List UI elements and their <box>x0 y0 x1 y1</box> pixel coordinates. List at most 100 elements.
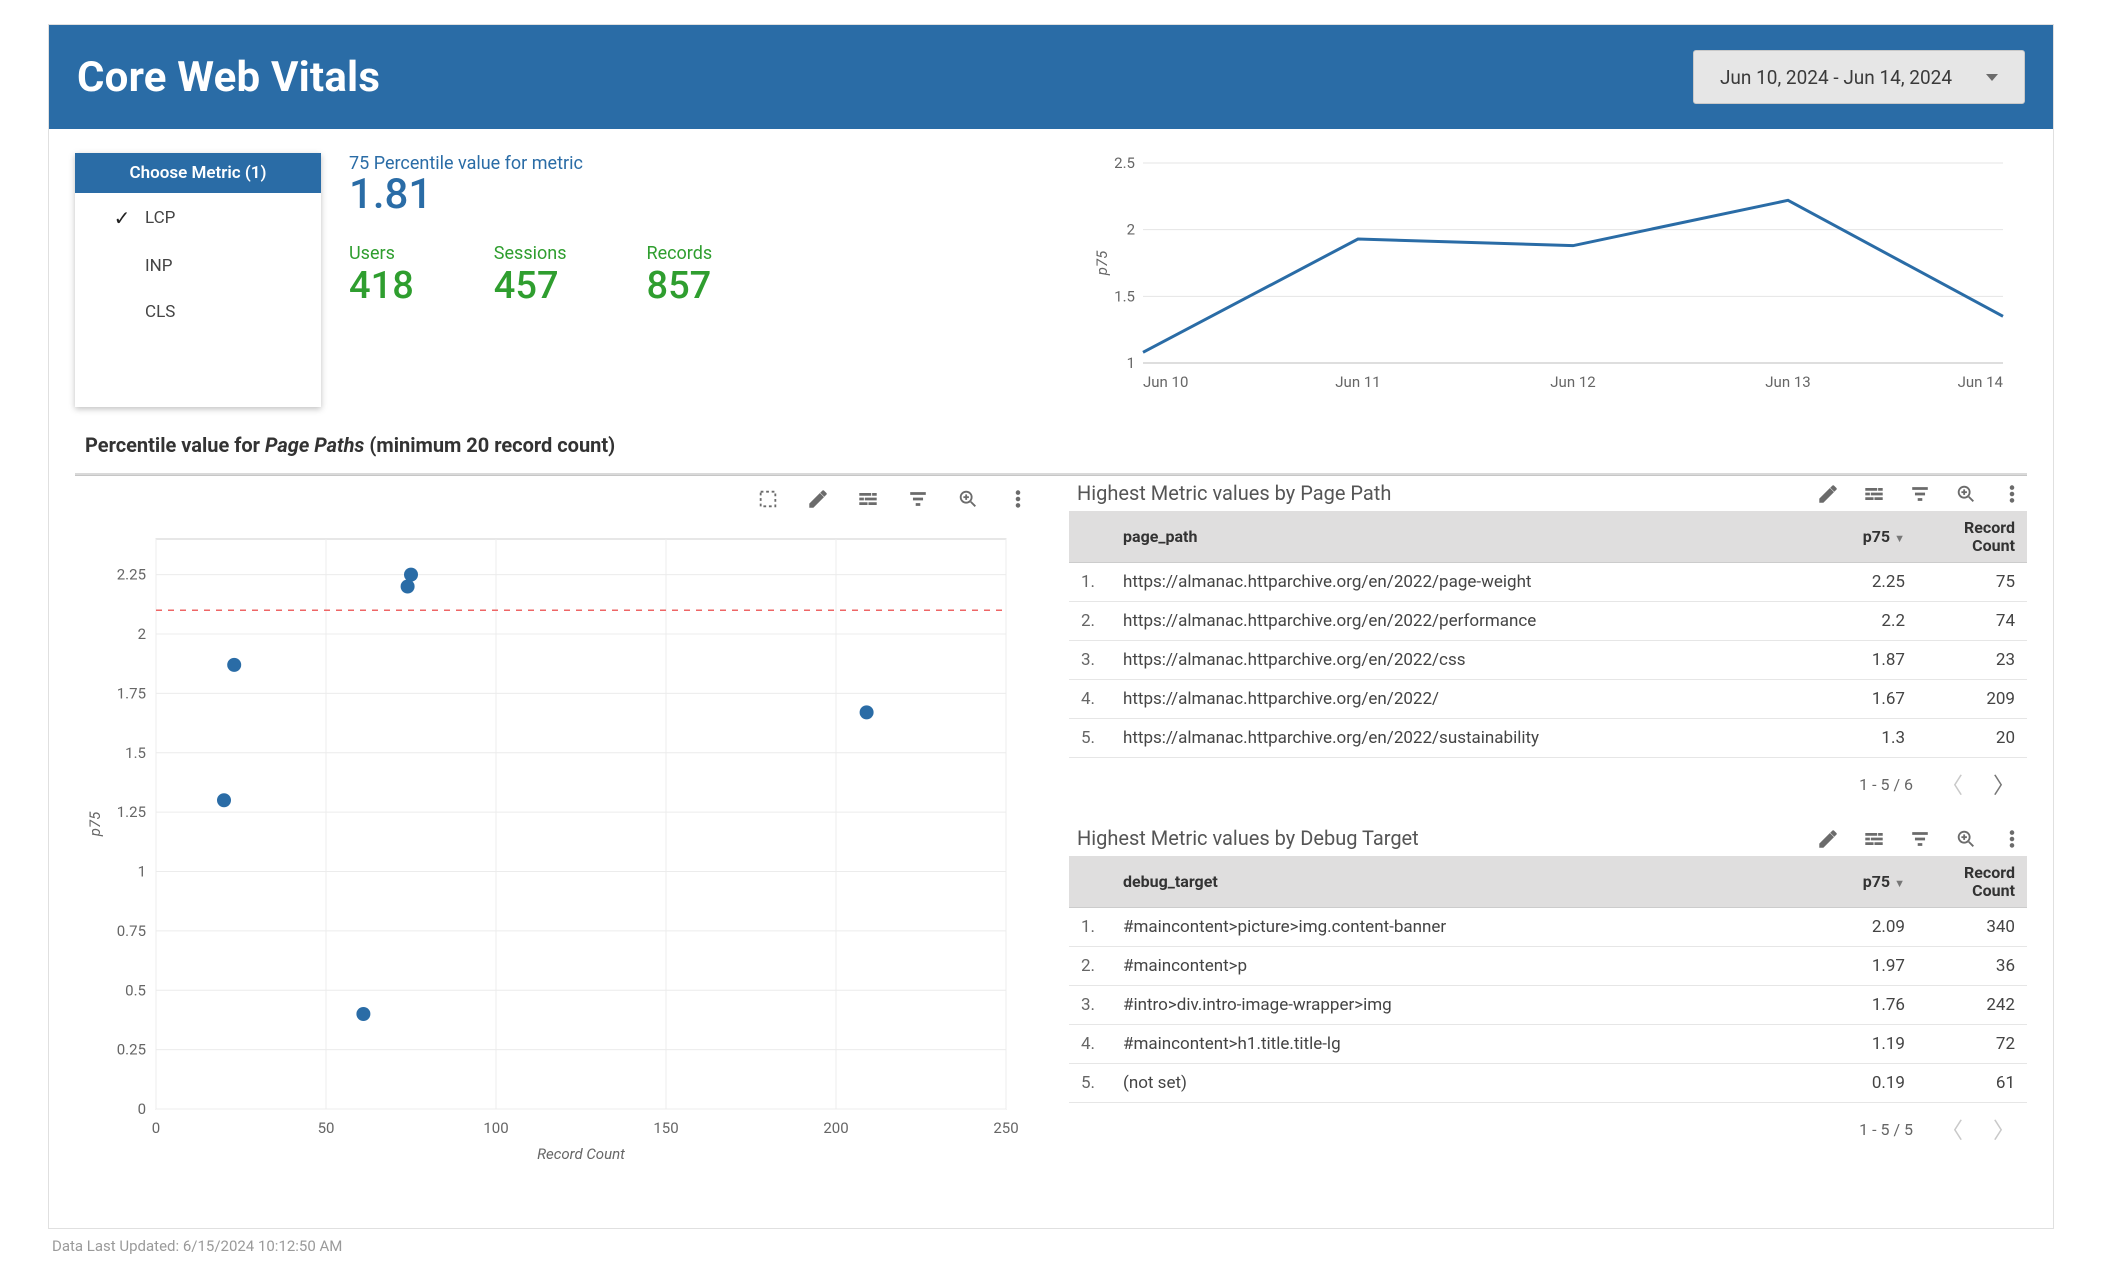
kpi-column: 75 Percentile value for metric 1.81 User… <box>349 153 712 407</box>
filter-icon[interactable] <box>907 488 929 510</box>
more-icon[interactable] <box>2001 828 2023 850</box>
debug-target-pager: 1 - 5 / 5 〈 〉 <box>1069 1103 2027 1145</box>
svg-text:2: 2 <box>1127 221 1135 239</box>
table-row[interactable]: 2.#maincontent>p1.9736 <box>1069 947 2027 986</box>
table-row[interactable]: 4.#maincontent>h1.title.title-lg1.1972 <box>1069 1025 2027 1064</box>
table-row[interactable]: 4.https://almanac.httparchive.org/en/202… <box>1069 680 2027 719</box>
kpi-users-value: 418 <box>349 264 414 308</box>
bottom-row: 05010015020025000.250.50.7511.251.51.752… <box>49 475 2053 1228</box>
date-range-label: Jun 10, 2024 - Jun 14, 2024 <box>1720 66 1952 89</box>
svg-text:0.25: 0.25 <box>117 1041 146 1059</box>
sliders-icon[interactable] <box>857 488 879 510</box>
scatter-column: 05010015020025000.250.50.7511.251.51.752… <box>75 479 1037 1218</box>
line-chart: 11.522.5Jun 10Jun 11Jun 12Jun 13Jun 14p7… <box>1079 153 2027 407</box>
section-title: Percentile value for Page Paths (minimum… <box>49 407 2053 467</box>
pager-prev[interactable]: 〈 <box>1939 768 1965 800</box>
svg-text:Jun 13: Jun 13 <box>1765 373 1810 391</box>
pencil-icon[interactable] <box>1817 828 1839 850</box>
debug-target-toolbar <box>1817 828 2023 850</box>
pager-range: 1 - 5 / 5 <box>1859 1120 1913 1139</box>
svg-text:Jun 12: Jun 12 <box>1550 373 1595 391</box>
pencil-icon[interactable] <box>807 488 829 510</box>
metric-option-label: LCP <box>145 208 175 228</box>
col-debug-target[interactable]: debug_target <box>1111 856 1807 908</box>
col-page-path[interactable]: page_path <box>1111 511 1807 563</box>
page-path-table-title: Highest Metric values by Page Path <box>1077 481 1391 505</box>
svg-text:2: 2 <box>138 625 146 643</box>
pager-next[interactable]: 〉 <box>1991 1113 2017 1145</box>
metric-picker-header: Choose Metric (1) <box>75 153 321 193</box>
svg-text:0: 0 <box>152 1119 160 1137</box>
section-title-em: Page Paths <box>265 433 364 457</box>
table-row[interactable]: 5.(not set)0.1961 <box>1069 1064 2027 1103</box>
metric-option-inp[interactable]: INP <box>75 243 321 289</box>
svg-text:Jun 11: Jun 11 <box>1335 373 1380 391</box>
kpi-sessions-label: Sessions <box>494 243 567 264</box>
tables-column: Highest Metric values by Page Path page_… <box>1069 479 2027 1218</box>
svg-text:200: 200 <box>823 1119 848 1137</box>
kpi-records: Records 857 <box>646 243 712 308</box>
page-path-table: Highest Metric values by Page Path page_… <box>1069 479 2027 800</box>
table-row[interactable]: 2.https://almanac.httparchive.org/en/202… <box>1069 602 2027 641</box>
header-bar: Core Web Vitals Jun 10, 2024 - Jun 14, 2… <box>49 25 2053 129</box>
more-icon[interactable] <box>2001 483 2023 505</box>
pager-next[interactable]: 〉 <box>1991 768 2017 800</box>
svg-text:1: 1 <box>1127 354 1135 372</box>
zoom-icon[interactable] <box>1955 483 1977 505</box>
zoom-icon[interactable] <box>1955 828 1977 850</box>
svg-text:250: 250 <box>993 1119 1018 1137</box>
table-row[interactable]: 3.#intro>div.intro-image-wrapper>img1.76… <box>1069 986 2027 1025</box>
svg-text:50: 50 <box>318 1119 335 1137</box>
filter-icon[interactable] <box>1909 483 1931 505</box>
filter-icon[interactable] <box>1909 828 1931 850</box>
pencil-icon[interactable] <box>1817 483 1839 505</box>
svg-text:1.5: 1.5 <box>1114 287 1135 305</box>
pager-prev[interactable]: 〈 <box>1939 1113 1965 1145</box>
svg-text:Record Count: Record Count <box>537 1145 625 1163</box>
metric-picker: Choose Metric (1) ✓LCP INP CLS <box>75 153 321 407</box>
svg-text:0.5: 0.5 <box>125 981 146 999</box>
table-row[interactable]: 1.#maincontent>picture>img.content-banne… <box>1069 908 2027 947</box>
more-icon[interactable] <box>1007 488 1029 510</box>
page-title: Core Web Vitals <box>77 53 380 102</box>
svg-text:1.25: 1.25 <box>117 803 146 821</box>
svg-text:p75: p75 <box>1093 250 1111 276</box>
col-p75[interactable]: p75▼ <box>1807 856 1917 908</box>
svg-text:2.5: 2.5 <box>1114 154 1135 172</box>
kpi-records-value: 857 <box>646 264 712 308</box>
kpi-sessions: Sessions 457 <box>494 243 567 308</box>
metric-option-cls[interactable]: CLS <box>75 289 321 335</box>
kpi-records-label: Records <box>646 243 712 264</box>
svg-text:150: 150 <box>653 1119 678 1137</box>
svg-text:1.5: 1.5 <box>125 744 146 762</box>
kpi-users-label: Users <box>349 243 414 264</box>
chevron-down-icon <box>1986 74 1998 81</box>
svg-text:0: 0 <box>138 1100 146 1118</box>
page-path-toolbar <box>1817 483 2023 505</box>
metric-option-label: INP <box>145 256 172 276</box>
col-record-count[interactable]: RecordCount <box>1917 511 2027 563</box>
select-area-icon[interactable] <box>757 488 779 510</box>
pager-range: 1 - 5 / 6 <box>1859 775 1913 794</box>
col-record-count[interactable]: RecordCount <box>1917 856 2027 908</box>
sliders-icon[interactable] <box>1863 828 1885 850</box>
table-row[interactable]: 5.https://almanac.httparchive.org/en/202… <box>1069 719 2027 758</box>
date-range-picker[interactable]: Jun 10, 2024 - Jun 14, 2024 <box>1693 50 2025 104</box>
debug-target-table: Highest Metric values by Debug Target de… <box>1069 824 2027 1145</box>
zoom-icon[interactable] <box>957 488 979 510</box>
kpi-users: Users 418 <box>349 243 414 308</box>
svg-text:p75: p75 <box>86 811 104 837</box>
svg-text:1.75: 1.75 <box>117 684 146 702</box>
table-row[interactable]: 3.https://almanac.httparchive.org/en/202… <box>1069 641 2027 680</box>
svg-text:100: 100 <box>483 1119 508 1137</box>
svg-text:0.75: 0.75 <box>117 922 146 940</box>
table-row[interactable]: 1.https://almanac.httparchive.org/en/202… <box>1069 563 2027 602</box>
metric-option-lcp[interactable]: ✓LCP <box>75 193 321 243</box>
section-title-suffix: (minimum 20 record count) <box>364 433 615 457</box>
data-last-updated: Data Last Updated: 6/15/2024 10:12:50 AM <box>48 1229 2054 1255</box>
sliders-icon[interactable] <box>1863 483 1885 505</box>
svg-text:Jun 14: Jun 14 <box>1958 373 2004 391</box>
section-title-prefix: Percentile value for <box>85 433 265 457</box>
col-p75[interactable]: p75▼ <box>1807 511 1917 563</box>
page-path-pager: 1 - 5 / 6 〈 〉 <box>1069 758 2027 800</box>
